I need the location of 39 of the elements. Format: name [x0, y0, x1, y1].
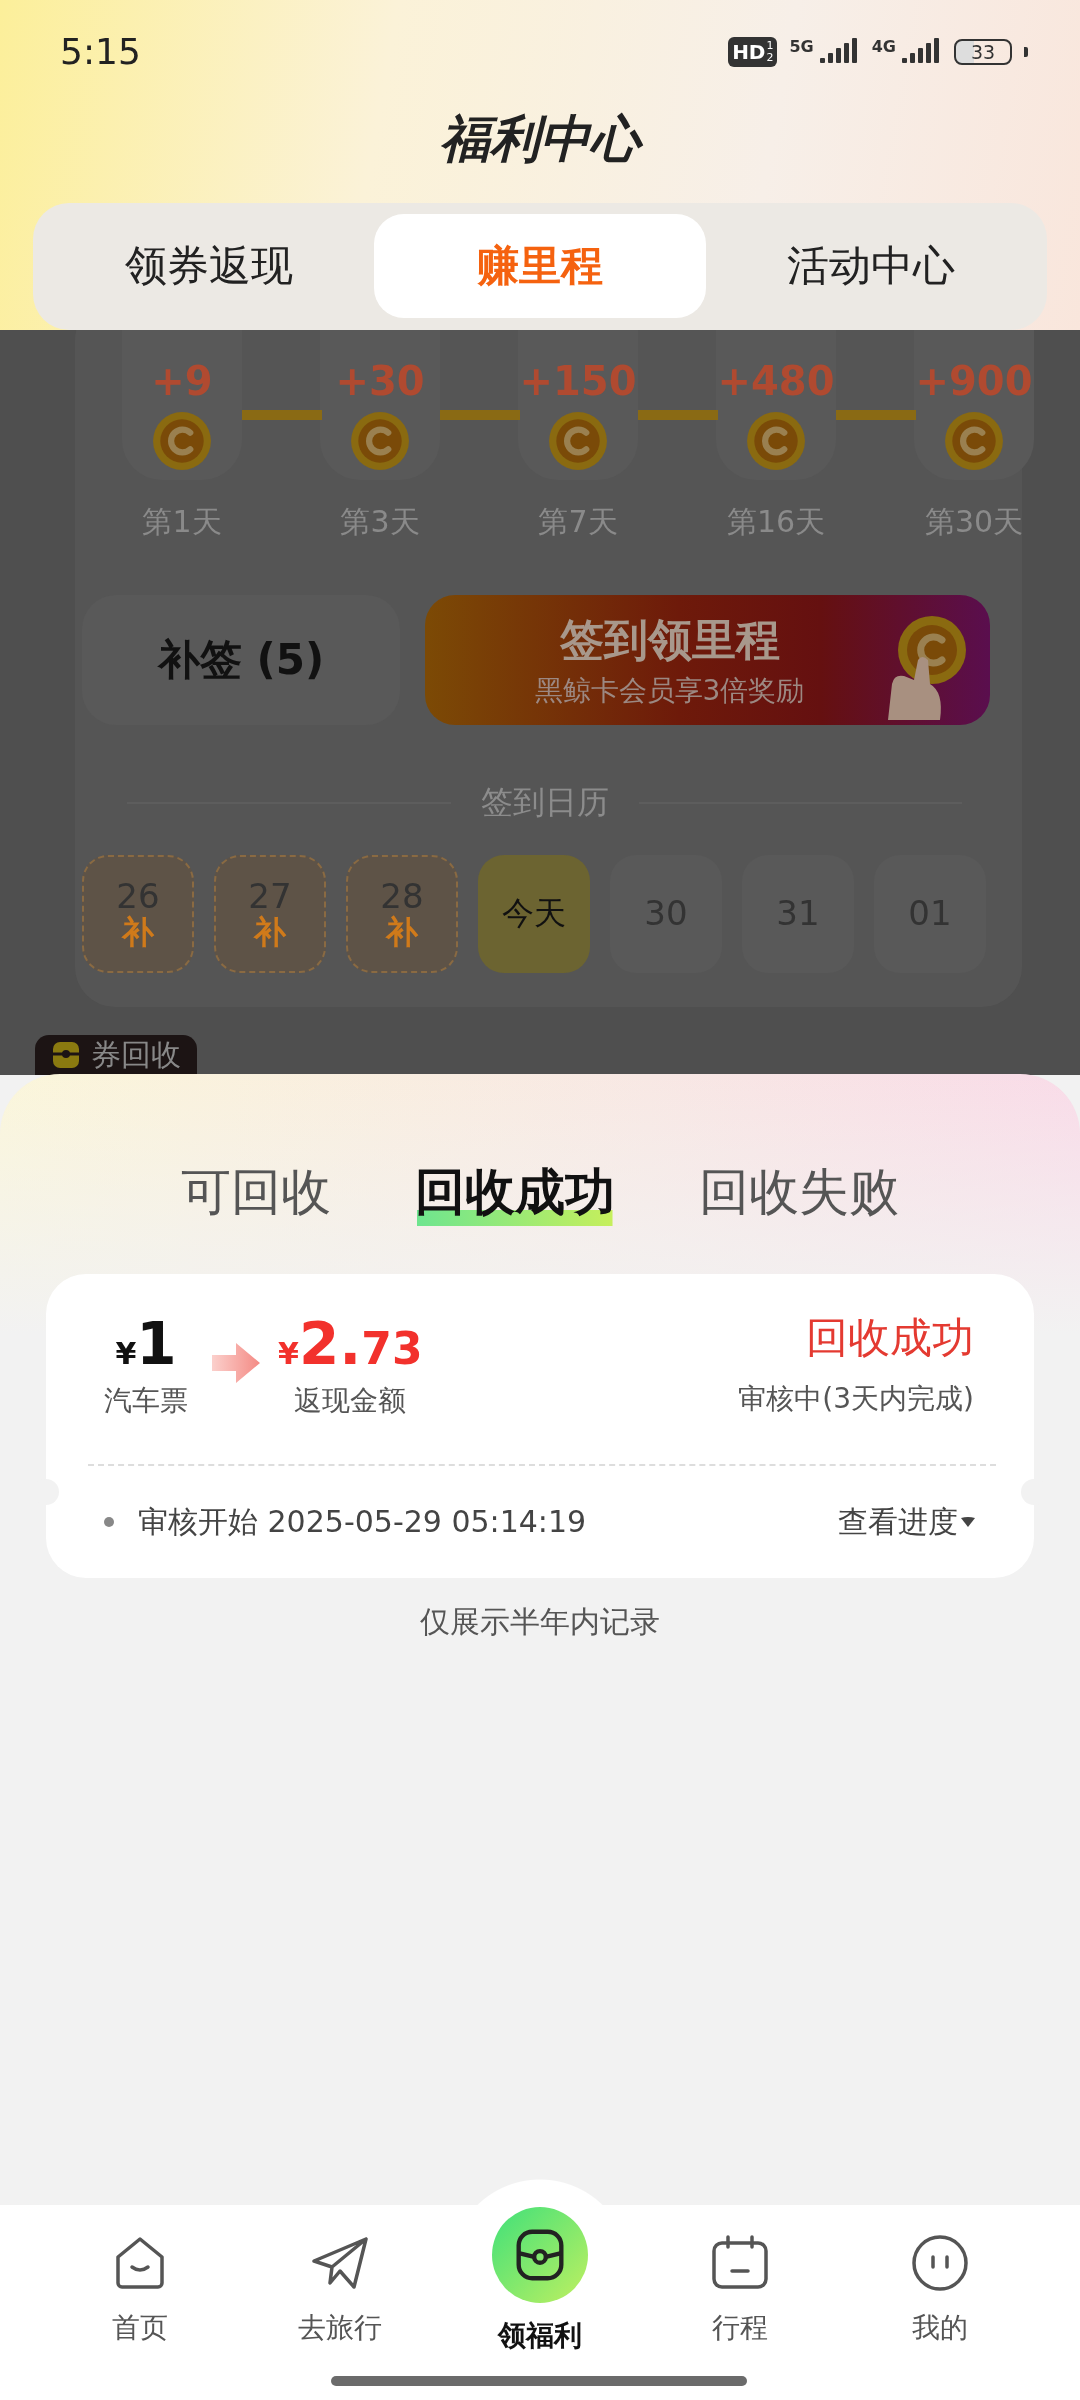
section-badge: 券回收	[35, 1035, 197, 1075]
top-tab[interactable]: 活动中心	[705, 214, 1037, 319]
sheet-tab[interactable]: 回收失败	[695, 1158, 903, 1226]
footnote: 仅展示半年内记录	[420, 1603, 660, 1641]
progress-link[interactable]: 查看进度	[838, 1501, 976, 1543]
banner-title: 签到领里程	[559, 612, 780, 667]
status-time: 5:15	[60, 31, 142, 73]
page-title: 福利中心	[0, 105, 1080, 173]
coin-icon	[349, 410, 411, 472]
timeline-dot	[104, 1517, 114, 1527]
nav-item[interactable]: 我的	[840, 2205, 1040, 2400]
status-note: 审核中(3天内完成)	[738, 1381, 974, 1417]
coin-icon	[547, 410, 609, 472]
bonus-text: +480	[717, 358, 835, 404]
nav-item[interactable]: 首页	[40, 2205, 240, 2400]
ticket-type: 汽车票	[104, 1383, 188, 1419]
nav-item[interactable]: 去旅行	[240, 2205, 440, 2400]
timeline-text: 审核开始 2025-05-29 05:14:19	[138, 1502, 588, 1541]
bonus-text: +150	[519, 358, 637, 404]
cashback-label: 返现金额	[294, 1383, 407, 1419]
bonus-text: +30	[335, 358, 425, 404]
coin-icon	[943, 410, 1005, 472]
top-tab[interactable]: 领券返现	[43, 214, 375, 319]
banner-subtitle: 黑鲸卡会员享3倍奖励	[534, 672, 805, 709]
status-text: 回收成功	[806, 1312, 974, 1364]
network-label: 5G	[789, 36, 814, 56]
battery-icon: 33	[954, 38, 1012, 65]
sheet-tab[interactable]: 可回收	[177, 1158, 335, 1226]
arrow-icon	[210, 1340, 262, 1386]
coin-icon	[745, 410, 807, 472]
cashback-amount: ¥2.73	[278, 1310, 423, 1378]
ticket-value: ¥1	[115, 1310, 177, 1378]
checkin-button[interactable]: 签到领里程 黑鲸卡会员享3倍奖励	[425, 595, 990, 725]
nav-item[interactable]: 行程	[640, 2205, 840, 2400]
coin-icon	[151, 410, 213, 472]
bonus-text: +9	[151, 358, 213, 404]
bonus-text: +900	[915, 358, 1033, 404]
caret-icon	[960, 1516, 976, 1528]
network-label: 4G	[871, 36, 896, 56]
